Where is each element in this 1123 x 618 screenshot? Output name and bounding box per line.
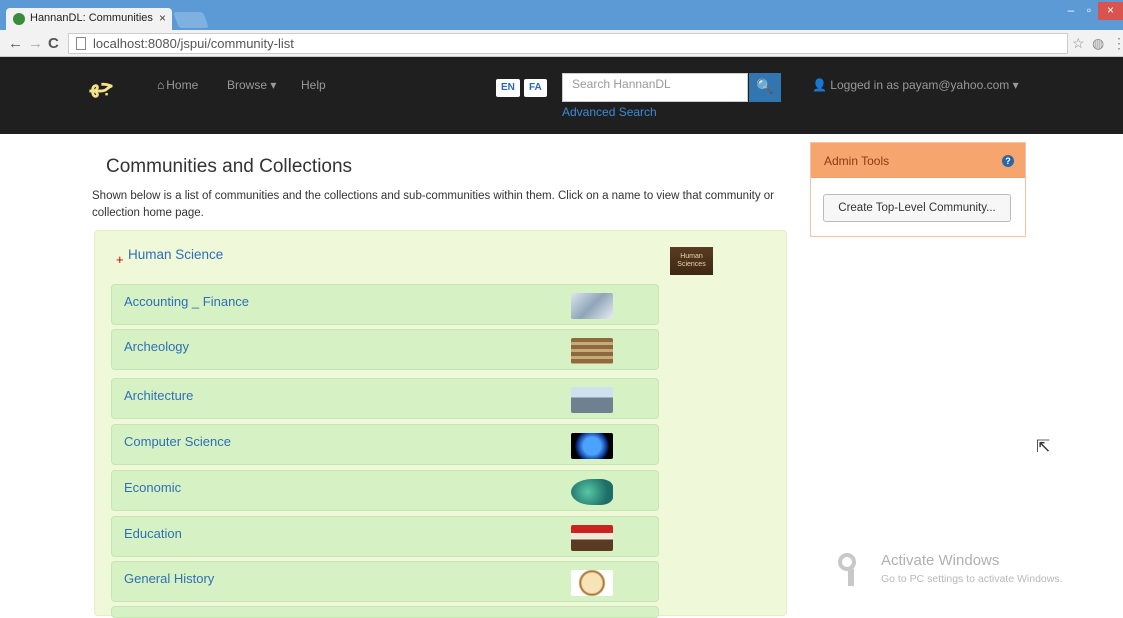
address-bar-row: ← → C localhost:8080/jspui/community-lis… xyxy=(0,30,1123,57)
collection-row: Education xyxy=(111,516,659,557)
favicon-icon xyxy=(13,13,25,25)
community-logo[interactable]: Human Sciences xyxy=(670,247,713,275)
search-input[interactable]: Search HannanDL xyxy=(562,73,748,102)
close-window-button[interactable]: × xyxy=(1098,2,1123,20)
collection-link[interactable]: Economic xyxy=(124,480,181,495)
page-icon xyxy=(76,37,86,50)
nav-home-link[interactable]: ⌂ Home xyxy=(157,78,198,92)
advanced-search-link[interactable]: Advanced Search xyxy=(562,105,657,119)
collection-row xyxy=(111,606,659,618)
mouse-cursor-icon: ⇱ xyxy=(1036,437,1051,456)
community-link-human-science[interactable]: Human Science xyxy=(128,247,223,262)
collection-thumbnail[interactable] xyxy=(571,433,613,459)
collection-link[interactable]: Architecture xyxy=(124,388,193,403)
admin-tools-title: Admin Tools xyxy=(824,154,890,168)
back-icon[interactable]: ← xyxy=(8,35,23,52)
search-button[interactable]: 🔍 xyxy=(749,73,781,102)
site-navbar: ج‍ه‍ ⌂ Home Browse ▾ Help EN FA Search Ha… xyxy=(0,57,1123,134)
collection-row: Architecture xyxy=(111,378,659,419)
maximize-button[interactable]: ▫ xyxy=(1080,2,1098,20)
collection-row: General History xyxy=(111,561,659,602)
collection-row: Archeology xyxy=(111,329,659,370)
nav-help-link[interactable]: Help xyxy=(301,78,326,92)
tab-title: HannanDL: Communities xyxy=(30,12,153,24)
user-menu[interactable]: 👤 Logged in as payam@yahoo.com ▾ xyxy=(812,78,1019,92)
expand-icon[interactable]: + xyxy=(116,252,124,267)
reload-icon[interactable]: C xyxy=(48,35,59,52)
tab-close-icon[interactable]: × xyxy=(159,11,166,25)
new-tab-button[interactable] xyxy=(173,12,209,28)
activate-windows-title: Activate Windows xyxy=(881,552,1000,569)
collection-thumbnail[interactable] xyxy=(571,479,613,505)
user-icon: 👤 xyxy=(812,78,827,92)
collection-thumbnail[interactable] xyxy=(571,525,613,551)
bookmark-star-icon[interactable]: ☆ xyxy=(1072,35,1085,52)
nav-browse-dropdown[interactable]: Browse ▾ xyxy=(227,78,276,92)
site-logo[interactable]: ج‍ه‍ xyxy=(90,72,114,98)
minimize-button[interactable]: – xyxy=(1062,2,1080,20)
activate-windows-subtitle: Go to PC settings to activate Windows. xyxy=(881,573,1063,585)
forward-icon[interactable]: → xyxy=(28,35,43,52)
collection-link[interactable]: Computer Science xyxy=(124,434,231,449)
logged-in-label: Logged in as payam@yahoo.com ▾ xyxy=(830,78,1019,92)
collection-thumbnail[interactable] xyxy=(571,338,613,364)
extension-globe-icon[interactable]: ◍ xyxy=(1092,35,1104,52)
home-icon: ⌂ xyxy=(157,78,165,92)
collection-row: Accounting _ Finance xyxy=(111,284,659,325)
url-text: localhost:8080/jspui/community-list xyxy=(93,36,294,51)
browser-title-bar: HannanDL: Communities × – ▫ × xyxy=(0,0,1123,30)
browser-menu-icon[interactable]: ⋮ xyxy=(1112,35,1123,52)
browser-tab[interactable]: HannanDL: Communities × xyxy=(6,8,172,30)
search-icon: 🔍 xyxy=(756,78,774,94)
lang-en-button[interactable]: EN xyxy=(496,79,520,97)
lang-fa-button[interactable]: FA xyxy=(524,79,547,97)
create-top-level-community-button[interactable]: Create Top-Level Community... xyxy=(823,194,1011,222)
collection-row: Economic xyxy=(111,470,659,511)
collection-thumbnail[interactable] xyxy=(571,293,613,319)
collection-link[interactable]: General History xyxy=(124,571,214,586)
collection-row: Computer Science xyxy=(111,424,659,465)
admin-tools-header: Admin Tools ? xyxy=(811,143,1025,178)
nav-home-label: Home xyxy=(166,78,199,92)
intro-text: Shown below is a list of communities and… xyxy=(92,190,774,219)
collection-link[interactable]: Archeology xyxy=(124,339,189,354)
admin-tools-panel: Admin Tools ? Create Top-Level Community… xyxy=(810,142,1026,237)
url-input[interactable]: localhost:8080/jspui/community-list xyxy=(68,33,1068,54)
activate-key-icon xyxy=(838,553,868,586)
collection-thumbnail[interactable] xyxy=(571,570,613,596)
page-title: Communities and Collections xyxy=(106,156,353,177)
collection-thumbnail[interactable] xyxy=(571,387,613,413)
collection-link[interactable]: Education xyxy=(124,526,182,541)
help-icon[interactable]: ? xyxy=(1002,155,1014,167)
collection-link[interactable]: Accounting _ Finance xyxy=(124,294,249,309)
